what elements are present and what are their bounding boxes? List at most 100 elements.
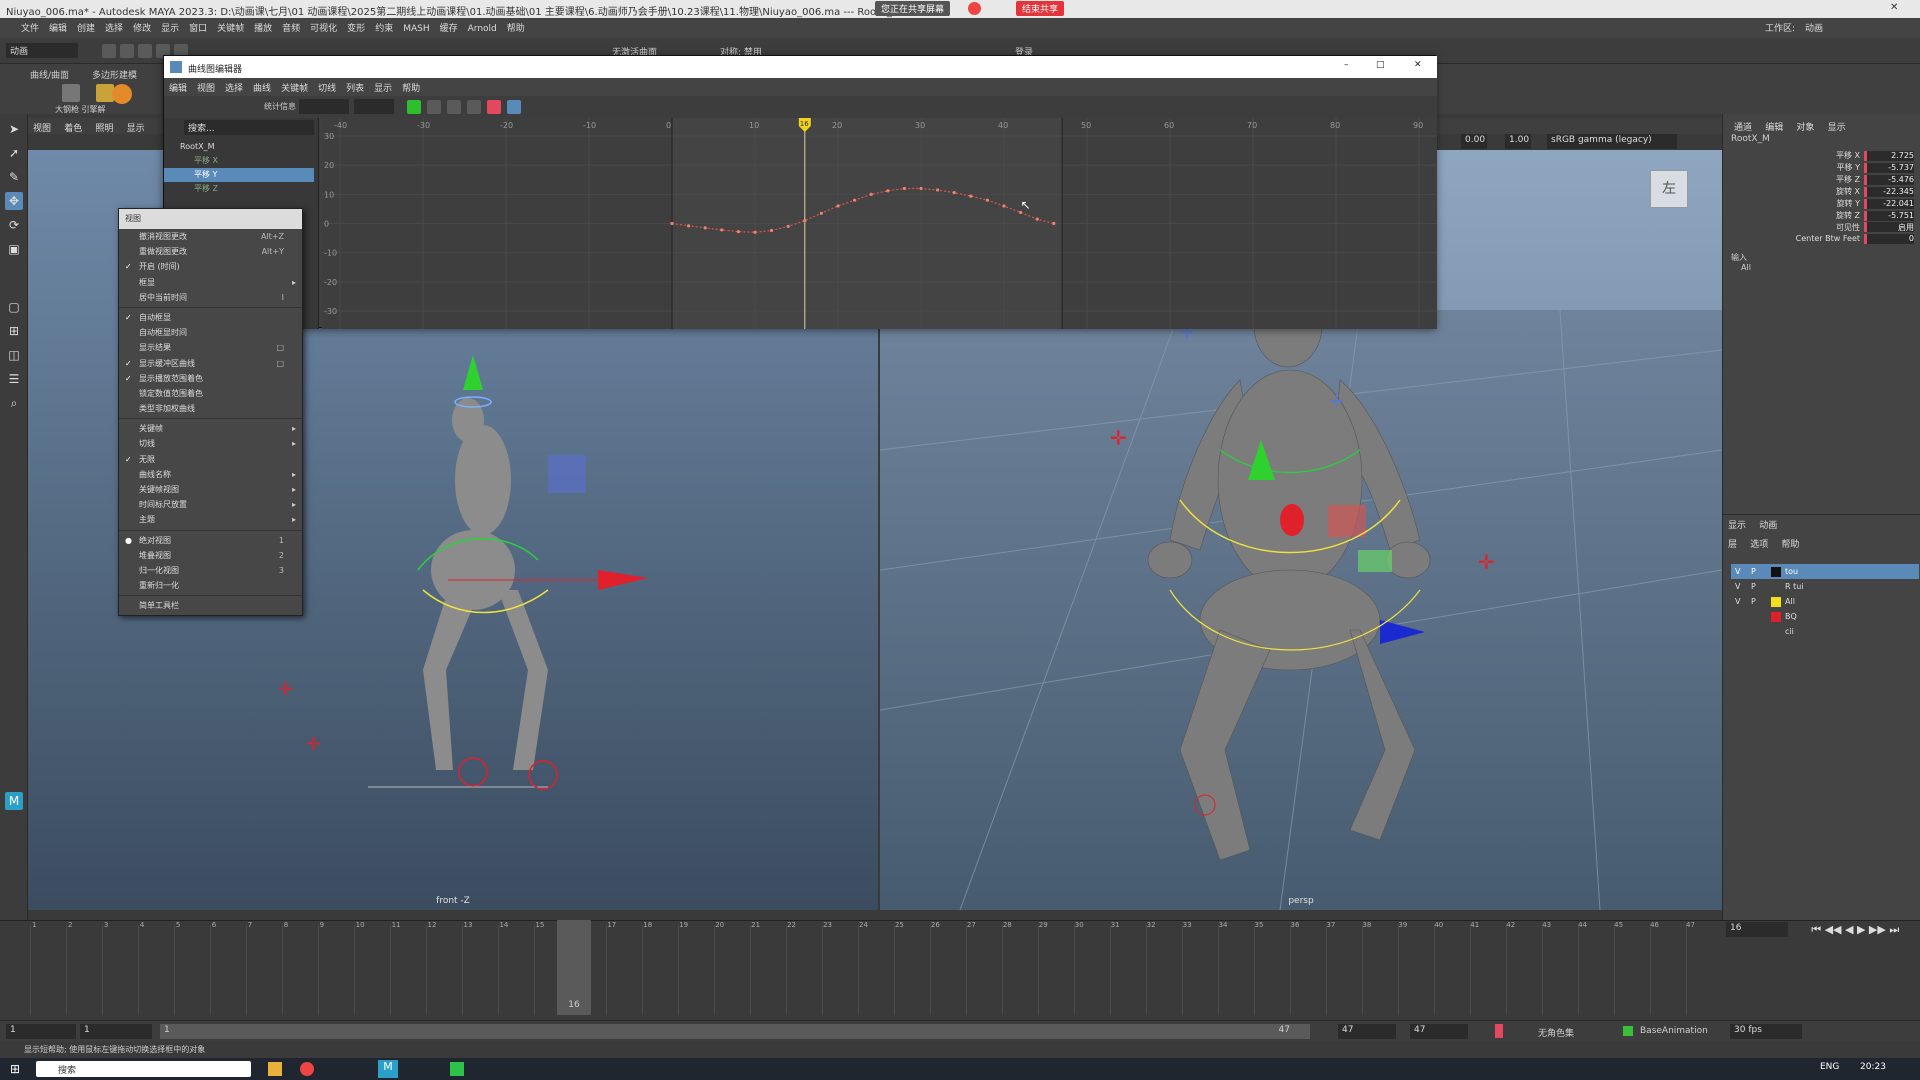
open-scene-icon[interactable]	[120, 44, 134, 58]
menu-item[interactable]: 播放	[249, 18, 277, 37]
viewcube[interactable]: 左	[1650, 170, 1688, 208]
curve-key[interactable]	[1035, 217, 1039, 221]
menu-item[interactable]: 显示	[156, 18, 184, 37]
paint-tool-icon[interactable]: ✎	[5, 168, 23, 186]
close-button[interactable]: ✕	[1414, 60, 1422, 70]
curve-key[interactable]	[720, 228, 724, 232]
context-menu-item[interactable]: 时间标尺放置 ▸	[119, 497, 302, 512]
context-menu-item[interactable]: ✓ 显示播放范围着色	[119, 371, 302, 386]
context-menu-item[interactable]: 自动框显时间	[119, 325, 302, 340]
layer-playback-toggle[interactable]: P	[1751, 594, 1767, 609]
graph-editor-graph[interactable]: -40 -30 -20 -10 0 10 20 30 40 50 60 70 80 90 30 20 10 0 -1…	[322, 118, 1437, 329]
anim-layer-dropdown[interactable]: BaseAnimation	[1640, 1026, 1708, 1036]
outliner-item[interactable]: RootX_M	[164, 140, 314, 154]
context-menu-item[interactable]: 锁定数值范围着色	[119, 386, 302, 401]
range-end-field[interactable]: 47	[1338, 1024, 1396, 1039]
layer-playback-toggle[interactable]: P	[1751, 564, 1767, 579]
curve-key[interactable]	[1052, 221, 1056, 226]
minimize-button[interactable]: –	[1344, 60, 1349, 70]
window-close-icon[interactable]: ✕	[1890, 2, 1898, 13]
graph-menu-item[interactable]: 切线	[313, 78, 341, 97]
chrome-icon[interactable]	[300, 1062, 314, 1076]
shelf-tab-curves[interactable]: 曲线/曲面	[30, 68, 69, 81]
tangent-icon[interactable]	[407, 100, 421, 114]
curve-key[interactable]	[819, 211, 823, 215]
context-menu-item[interactable]: ✓ 无限	[119, 452, 302, 467]
attribute-value[interactable]: 0	[1864, 234, 1914, 244]
context-menu-item[interactable]: ✓ 自动框显	[119, 310, 302, 325]
graph-menu-item[interactable]: 编辑	[164, 78, 192, 97]
context-menu-item[interactable]: 框显 ▸	[119, 275, 302, 290]
context-menu-item[interactable]: ✓ 显示缓冲区曲线 □	[119, 356, 302, 371]
time-slider-playhead[interactable]: 16	[557, 920, 591, 1015]
channel-attribute[interactable]: 平移 Y -5.737	[1723, 162, 1914, 174]
attribute-value[interactable]: 启用	[1864, 222, 1914, 232]
playback-buttons[interactable]: ⏮ ◀◀ ◀ ▶ ▶▶ ⏭	[1811, 923, 1899, 936]
channel-attribute[interactable]: 可见性 启用	[1723, 222, 1914, 234]
file-explorer-icon[interactable]	[268, 1062, 282, 1076]
context-menu-item[interactable]: 类型非加权曲线	[119, 401, 302, 416]
layer-row[interactable]: VP R tui	[1731, 579, 1919, 594]
context-menu-item[interactable]: ● 绝对视图 1	[119, 533, 302, 548]
menu-item[interactable]: 可视化	[305, 18, 342, 37]
graph-menu-item[interactable]: 曲线	[248, 78, 276, 97]
stats-field-a[interactable]	[299, 99, 349, 114]
outliner-search-input[interactable]: 搜索...	[184, 120, 314, 135]
layer-menu-options[interactable]: 选项	[1745, 534, 1773, 553]
channel-attribute[interactable]: 平移 Z -5.476	[1723, 174, 1914, 186]
curve-key[interactable]	[703, 226, 707, 230]
layer-row[interactable]: cii	[1731, 624, 1919, 639]
layer-color-swatch[interactable]	[1771, 596, 1781, 607]
attribute-value[interactable]: -22.345	[1864, 187, 1914, 197]
orange-tool-icon[interactable]	[112, 84, 132, 104]
stats-field-b[interactable]	[354, 99, 394, 114]
layer-color-swatch[interactable]	[1771, 581, 1781, 592]
curve-key[interactable]	[770, 228, 774, 233]
fps-dropdown[interactable]: 30 fps	[1730, 1024, 1802, 1039]
channel-attribute[interactable]: Center Btw Feet 0	[1723, 234, 1914, 246]
layer-visibility-toggle[interactable]: V	[1735, 579, 1751, 594]
move-tool-icon[interactable]: ✥	[5, 192, 23, 210]
shelf-tool-icon[interactable]	[62, 84, 80, 102]
menu-item[interactable]: 关键帧	[212, 18, 249, 37]
search-icon[interactable]: ⌕	[5, 394, 23, 412]
menu-item[interactable]: 窗口	[184, 18, 212, 37]
curve-key[interactable]	[670, 221, 674, 226]
windows-start-icon[interactable]: ⊞	[10, 1062, 20, 1076]
attribute-value[interactable]: -22.041	[1864, 199, 1914, 209]
maximize-button[interactable]: □	[1376, 60, 1385, 70]
outliner-item[interactable]: 平移 X	[164, 154, 314, 168]
graph-menu-item[interactable]: 关键帧	[276, 78, 313, 97]
attribute-value[interactable]: 2.725	[1864, 151, 1914, 161]
curve-key[interactable]	[736, 230, 740, 234]
layer-menu-layers[interactable]: 层	[1723, 534, 1742, 553]
layer-row[interactable]: V P All	[1731, 594, 1919, 609]
context-menu-item[interactable]: 关键帧 ▸	[119, 421, 302, 436]
mode-dropdown[interactable]: 动画	[6, 43, 78, 58]
range-start-field[interactable]: 1	[6, 1024, 76, 1039]
layer-row[interactable]: BQ	[1731, 609, 1919, 624]
buffer-curve-icon[interactable]	[487, 100, 501, 114]
layer-menu-help[interactable]: 帮助	[1776, 534, 1804, 553]
channel-attribute[interactable]: 平移 X 2.725	[1723, 150, 1914, 162]
context-menu-item[interactable]: 简单工具栏	[119, 598, 302, 613]
normalize-icon[interactable]	[467, 100, 481, 114]
curve-key[interactable]	[969, 194, 973, 198]
auto-key-icon[interactable]	[1495, 1024, 1503, 1038]
menu-item[interactable]: 选择	[100, 18, 128, 37]
layer-color-swatch[interactable]	[1771, 611, 1781, 622]
channel-attribute[interactable]: 旋转 X -22.345	[1723, 186, 1914, 198]
current-frame-field[interactable]: 16	[1726, 922, 1788, 937]
menu-item[interactable]: 创建	[72, 18, 100, 37]
layout-four-icon[interactable]: ⊞	[5, 322, 23, 340]
outliner-item[interactable]: 平移 Y	[164, 168, 314, 182]
curve-key[interactable]	[869, 192, 873, 196]
new-scene-icon[interactable]	[102, 44, 116, 58]
curve-key[interactable]	[803, 218, 807, 223]
curve-key[interactable]	[902, 186, 907, 191]
menu-item[interactable]: 修改	[128, 18, 156, 37]
menu-item[interactable]: Arnold	[463, 21, 502, 37]
stacked-view-icon[interactable]	[507, 100, 521, 114]
channel-attribute[interactable]: 旋转 Z -5.751	[1723, 210, 1914, 222]
tab-object[interactable]: 对象	[1791, 117, 1819, 136]
